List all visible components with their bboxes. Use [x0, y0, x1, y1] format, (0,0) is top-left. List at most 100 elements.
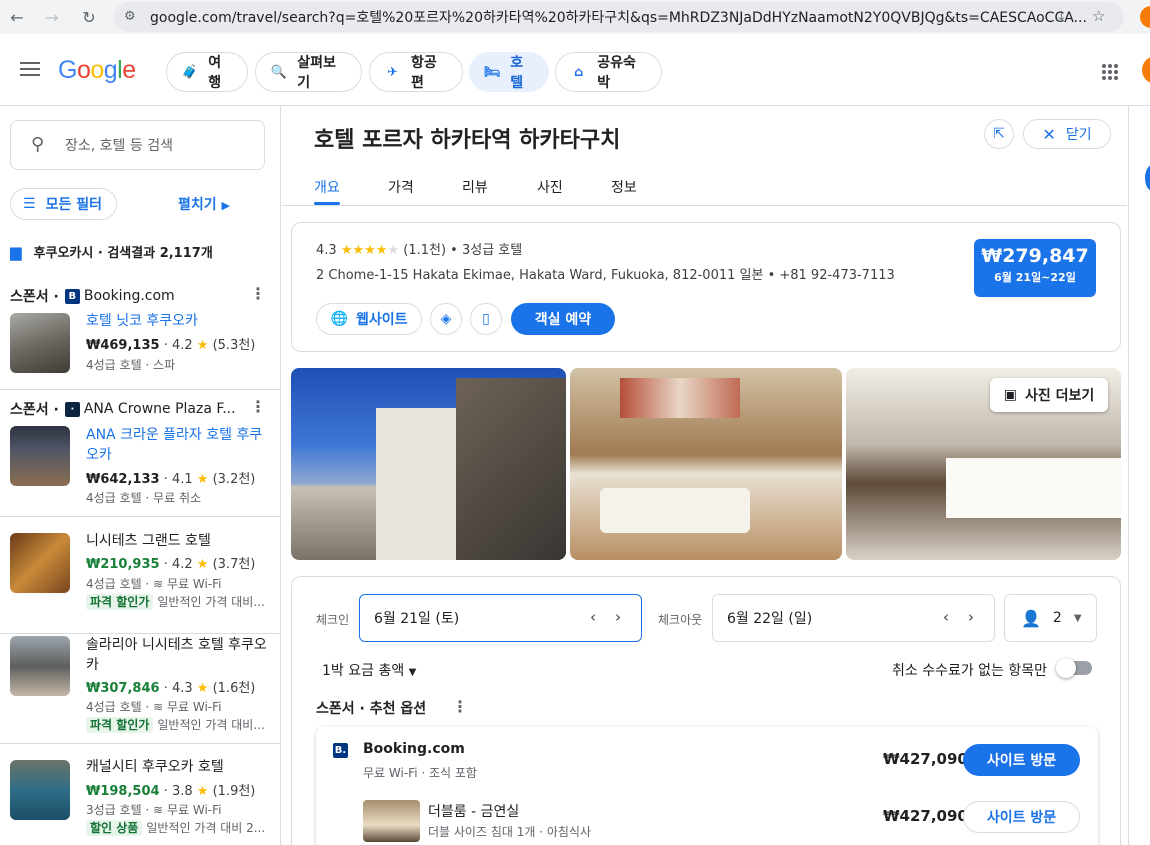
back-arrow-icon[interactable]: ← — [6, 6, 28, 28]
bookmark-star-icon[interactable]: ☆ — [1092, 7, 1105, 25]
chip-flights[interactable]: ✈ 항공편 — [369, 52, 463, 92]
website-button[interactable]: 🌐 웹사이트 — [316, 303, 422, 335]
hotel-name[interactable]: ANA 크라운 플라자 호텔 후쿠오카 — [86, 425, 271, 465]
guests-selector[interactable]: 👤 2 ▼ — [1004, 594, 1097, 642]
room-visit-site-button[interactable]: 사이트 방문 — [963, 801, 1080, 833]
visit-site-button[interactable]: 사이트 방문 — [963, 744, 1080, 776]
all-filters-button[interactable]: ☰ 모든 필터 — [10, 188, 117, 220]
bed-icon: ▆ — [10, 242, 22, 261]
chevron-right-icon[interactable]: › — [615, 608, 621, 626]
divider — [282, 205, 1127, 206]
booking-logo-icon: B. — [333, 743, 348, 758]
tab-photos[interactable]: 사진 — [537, 177, 563, 197]
price-box[interactable]: ₩279,847 6월 21일~22일 — [974, 239, 1096, 297]
hotel-thumbnail[interactable] — [10, 760, 70, 820]
url-text: google.com/travel/search?q=호텔%20포르자%20하카… — [150, 10, 1087, 26]
room-details: 더블 사이즈 침대 1개 · 아침식사 — [428, 825, 592, 839]
account-avatar[interactable] — [1142, 56, 1150, 84]
more-options-icon[interactable]: ⋮ — [250, 397, 266, 416]
search-icon: ⚲ — [31, 134, 45, 155]
more-photos-button[interactable]: ▣ 사진 더보기 — [990, 378, 1108, 412]
expand-button[interactable]: 펼치기 ▶ — [178, 194, 230, 214]
tab-overview[interactable]: 개요 — [314, 177, 340, 197]
offer-provider[interactable]: Booking.com — [363, 741, 465, 757]
hotel-thumbnail[interactable] — [10, 636, 70, 696]
hotel-price-rating: ₩307,846 · 4.3 ★ (1.6천) — [86, 681, 256, 696]
hotel-info-card: 4.3 ★★★★★ (1.1천) • 3성급 호텔 2 Chome-1-15 H… — [291, 222, 1121, 352]
right-side-panel — [1128, 106, 1150, 845]
hotel-meta: 4성급 호텔 · 무료 취소 — [86, 491, 202, 505]
site-settings-icon[interactable]: ⚙ — [124, 9, 136, 24]
side-avatar[interactable] — [1145, 164, 1150, 192]
checkout-field[interactable]: 6월 22일 (일) ‹ › — [712, 594, 995, 642]
deal-badge: 파격 할인가 — [86, 717, 154, 733]
chevron-left-icon[interactable]: ‹ — [943, 608, 949, 626]
person-icon: 👤 — [1021, 608, 1041, 628]
close-button[interactable]: ✕ 닫기 — [1023, 119, 1111, 149]
tab-about[interactable]: 정보 — [611, 177, 637, 197]
star-icon: ★ — [196, 338, 209, 353]
directions-icon[interactable]: ◈ — [430, 303, 462, 335]
chevron-left-icon[interactable]: ‹ — [590, 608, 596, 626]
hotel-price-rating: ₩210,935 · 4.2 ★ (3.7천) — [86, 557, 256, 572]
wifi-icon: ≋ — [153, 803, 164, 817]
divider — [0, 516, 280, 517]
checkin-label: 체크인 — [316, 613, 350, 627]
star-icon: ★ — [196, 681, 209, 696]
search-input[interactable]: ⚲ 장소, 호텔 등 검색 — [10, 120, 265, 170]
chip-explore[interactable]: 🔍 살펴보기 — [255, 52, 362, 92]
tab-prices[interactable]: 가격 — [388, 177, 414, 197]
hotel-photo-room[interactable] — [570, 368, 842, 560]
open-in-new-icon[interactable]: ⇱ — [984, 119, 1014, 149]
dropdown-arrow-icon: ▼ — [1073, 612, 1082, 624]
hotel-price-rating: ₩469,135 · 4.2 ★ (5.3천) — [86, 338, 256, 353]
hotel-meta: 4성급 호텔 · 스파 — [86, 358, 176, 372]
hotel-photo-exterior[interactable] — [291, 368, 566, 560]
deal-row: 파격 할인가 일반적인 가격 대비... — [86, 593, 276, 610]
checkin-field[interactable]: 6월 21일 (토) ‹ › — [359, 594, 642, 642]
sponsored-options-title: 스폰서 · 추천 옵션 — [316, 701, 427, 717]
hotel-name[interactable]: 캐널시티 후쿠오카 호텔 — [86, 757, 271, 777]
hotel-name[interactable]: 솔라리아 니시테츠 호텔 후쿠오카 — [86, 635, 271, 675]
chevron-right-icon[interactable]: › — [968, 608, 974, 626]
hotel-thumbnail[interactable] — [10, 313, 70, 373]
star-icon: ★ — [196, 784, 209, 799]
profile-avatar[interactable] — [1140, 6, 1150, 28]
forward-arrow-icon[interactable]: → — [41, 6, 63, 28]
more-options-icon[interactable]: ⋮ — [250, 284, 266, 303]
chip-vacation-rentals[interactable]: ⌂ 공유숙박 — [555, 52, 662, 92]
star-icon: ★ — [196, 557, 209, 572]
hotel-name[interactable]: 니시테츠 그랜드 호텔 — [86, 531, 271, 551]
hotel-thumbnail[interactable] — [10, 533, 70, 593]
offer-price: ₩427,090 — [883, 750, 968, 768]
offer-amenities: 무료 Wi-Fi · 조식 포함 — [363, 766, 477, 780]
tab-reviews[interactable]: 리뷰 — [462, 177, 488, 197]
total-price-dropdown[interactable]: 1박 요금 총액 ▼ — [322, 660, 416, 680]
hotel-title: 호텔 포르자 하카타역 하카타구치 — [314, 128, 621, 153]
book-room-button[interactable]: 객실 예약 — [511, 303, 615, 335]
booking-card: 체크인 6월 21일 (토) ‹ › 체크아웃 6월 22일 (일) ‹ › 👤… — [291, 576, 1121, 845]
no-fee-label: 취소 수수료가 없는 항목만 — [892, 663, 1048, 679]
bookmark-icon[interactable]: ▯ — [470, 303, 502, 335]
dropdown-arrow-icon: ▼ — [408, 667, 417, 678]
more-options-icon[interactable]: ⋮ — [452, 697, 468, 716]
house-icon: ⌂ — [573, 64, 584, 80]
install-icon[interactable]: ⤓ — [1058, 7, 1065, 25]
hotel-price-rating: ₩198,504 · 3.8 ★ (1.9천) — [86, 784, 256, 799]
reload-icon[interactable]: ↻ — [78, 6, 100, 28]
bed-icon: 🛏 — [483, 64, 501, 80]
chip-hotels[interactable]: 🛏 호텔 — [469, 52, 549, 92]
hamburger-menu-icon[interactable] — [20, 62, 40, 76]
chip-travel[interactable]: 🧳 여행 — [166, 52, 248, 92]
hotel-thumbnail[interactable] — [10, 426, 70, 486]
hotel-name[interactable]: 호텔 닛코 후쿠오카 — [86, 311, 271, 331]
no-fee-toggle[interactable] — [1056, 658, 1092, 678]
room-name: 더블룸 - 금연실 — [428, 804, 520, 820]
address-bar[interactable]: ⚙ google.com/travel/search?q=호텔%20포르자%20… — [114, 2, 1124, 32]
room-thumbnail — [363, 800, 420, 842]
browser-toolbar: ← → ↻ ⚙ google.com/travel/search?q=호텔%20… — [0, 0, 1150, 34]
google-logo[interactable]: Google — [58, 56, 136, 85]
divider — [0, 743, 280, 744]
globe-icon: 🌐 — [330, 311, 348, 327]
apps-grid-icon[interactable] — [1102, 64, 1118, 80]
